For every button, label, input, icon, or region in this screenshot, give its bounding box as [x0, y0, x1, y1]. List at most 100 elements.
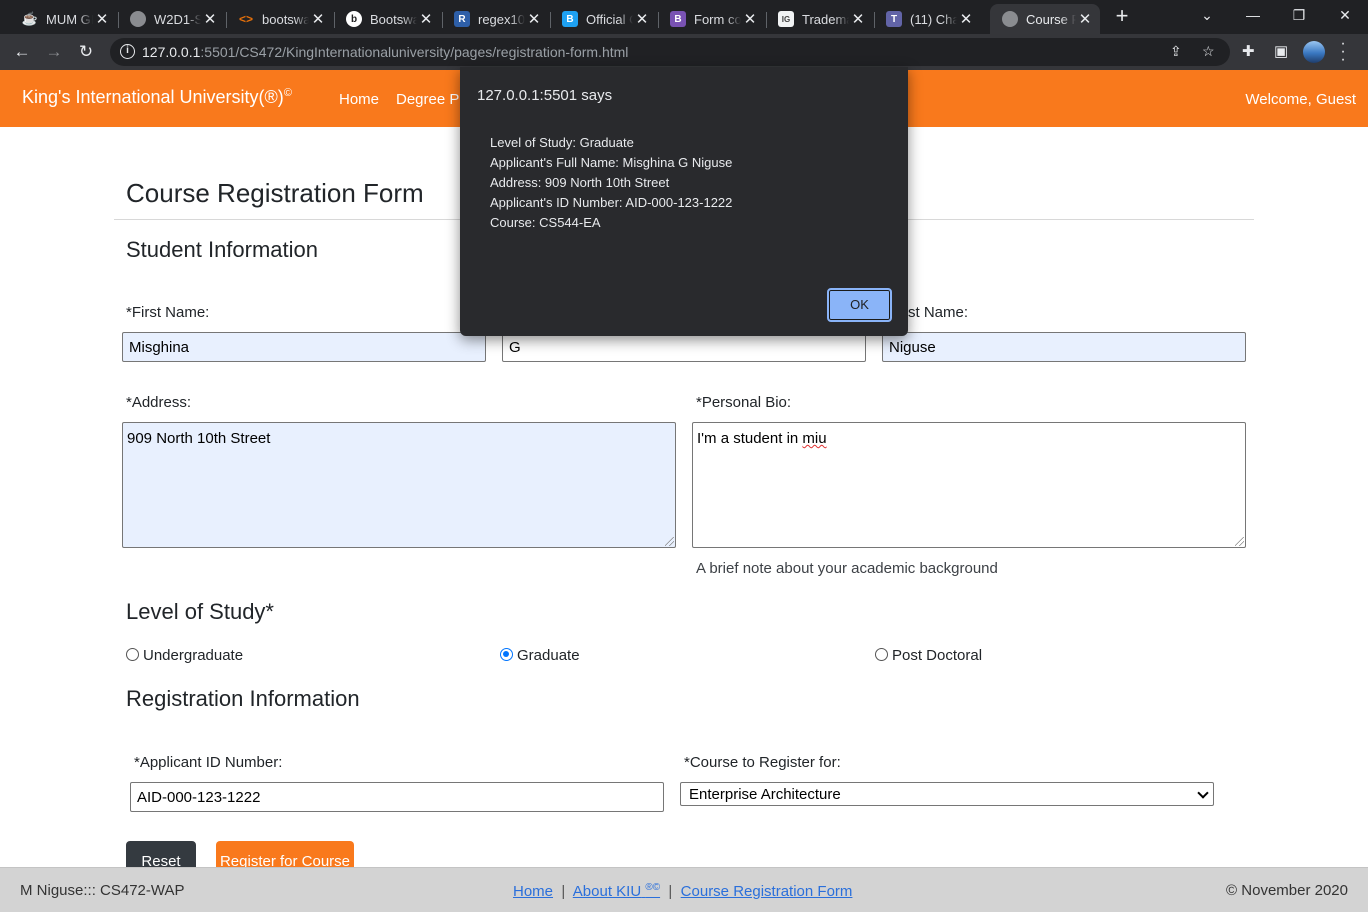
tab-label: bootswa	[262, 11, 309, 27]
close-icon[interactable]: ✕	[201, 10, 219, 28]
applicant-id-input[interactable]: AID-000-123-1222	[130, 782, 664, 812]
bootstrap-purple-icon: B	[670, 11, 686, 27]
site-brand[interactable]: King's International University(®)©	[22, 87, 292, 108]
course-label: *Course to Register for:	[684, 754, 841, 771]
registration-info-heading: Registration Information	[126, 686, 360, 711]
footer-separator: |	[668, 883, 673, 900]
bio-text: I'm a student in	[697, 430, 803, 447]
misspelled-word: miu	[802, 430, 827, 447]
bio-label: *Personal Bio:	[696, 394, 792, 411]
browser-tab[interactable]: ☕ MUM GI ✕	[4, 4, 117, 34]
bio-help-text: A brief note about your academic backgro…	[696, 560, 998, 577]
footer-link-about[interactable]: About KIU ®©	[573, 882, 660, 900]
share-icon[interactable]: ⇪	[1170, 43, 1182, 60]
dialog-title: 127.0.0.1:5501 says	[477, 87, 613, 104]
dialog-line-course: Course: CS544-EA	[490, 215, 601, 230]
browser-tab-active[interactable]: Course F ✕	[990, 4, 1100, 34]
alert-dialog: 127.0.0.1:5501 says Level of Study: Grad…	[460, 67, 908, 336]
graduate-radio[interactable]	[500, 648, 513, 661]
info-icon[interactable]: i	[120, 44, 135, 59]
browser-tab[interactable]: W2D1-S ✕	[112, 4, 225, 34]
trademark-icon: IG	[778, 11, 794, 27]
student-info-heading: Student Information	[126, 237, 319, 262]
last-name-label: st Name:	[908, 304, 969, 321]
browser-tab[interactable]: B Form co ✕	[652, 4, 765, 34]
site-footer: M Niguse::: CS472-WAP Home | About KIU ®…	[0, 867, 1368, 912]
post-doctoral-radio[interactable]	[875, 648, 888, 661]
close-icon[interactable]: ✕	[525, 10, 543, 28]
tab-label: Form co	[694, 11, 741, 27]
bootstrap-blue-icon: B	[562, 11, 578, 27]
address-bar[interactable]: i 127.0.0.1:5501/CS472/KingInternational…	[110, 38, 1230, 66]
dialog-line-name: Applicant's Full Name: Misghina G Niguse	[490, 155, 733, 170]
footer-link-registration[interactable]: Course Registration Form	[681, 883, 853, 900]
bio-textarea[interactable]: I'm a student in miu	[692, 422, 1246, 548]
resize-grip-icon[interactable]	[1235, 537, 1244, 546]
footer-author: M Niguse::: CS472-WAP	[20, 882, 185, 899]
browser-tab[interactable]: T (11) Cha ✕	[868, 4, 981, 34]
new-tab-button[interactable]: +	[1110, 5, 1134, 29]
tab-label: Course F	[1026, 11, 1076, 27]
close-icon[interactable]: ✕	[1076, 10, 1094, 28]
nav-link-home[interactable]: Home	[339, 91, 379, 108]
tab-label: Bootswa	[370, 11, 417, 27]
page-title: Course Registration Form	[126, 178, 424, 208]
tab-label: W2D1-S	[154, 11, 201, 27]
browser-tab[interactable]: R regex10 ✕	[436, 4, 549, 34]
browser-tab[interactable]: <> bootswa ✕	[220, 4, 333, 34]
resize-grip-icon[interactable]	[665, 537, 674, 546]
globe-icon	[1002, 11, 1018, 27]
close-icon[interactable]: ✕	[741, 10, 759, 28]
nav-link-degree-programs[interactable]: Degree Pr	[396, 91, 464, 108]
extensions-puzzle-icon[interactable]: ✚	[1242, 42, 1255, 60]
browser-tab[interactable]: B Official C ✕	[544, 4, 657, 34]
reload-icon[interactable]: ↻	[74, 40, 98, 64]
browser-tab[interactable]: IG Tradema ✕	[760, 4, 873, 34]
footer-separator: |	[561, 883, 566, 900]
close-window-button[interactable]: ✕	[1322, 0, 1368, 32]
more-menu-icon[interactable]: · · ·	[1338, 36, 1348, 68]
side-panel-icon[interactable]: ▣	[1274, 42, 1288, 60]
teams-icon: T	[886, 11, 902, 27]
dialog-line-address: Address: 909 North 10th Street	[490, 175, 670, 190]
restore-button[interactable]: ❐	[1276, 0, 1322, 32]
first-name-input[interactable]: Misghina	[122, 332, 486, 362]
browser-tab[interactable]: b Bootswa ✕	[328, 4, 441, 34]
close-icon[interactable]: ✕	[633, 10, 651, 28]
tab-label: regex10	[478, 11, 525, 27]
footer-link-home[interactable]: Home	[513, 883, 553, 900]
post-doctoral-label[interactable]: Post Doctoral	[892, 647, 982, 664]
bootswatch-icon: b	[346, 11, 362, 27]
url-text[interactable]: 127.0.0.1:5501/CS472/KingInternationalun…	[142, 44, 628, 60]
ok-button[interactable]: OK	[827, 288, 892, 322]
undergraduate-label[interactable]: Undergraduate	[143, 647, 243, 664]
close-icon[interactable]: ✕	[849, 10, 867, 28]
code-icon: <>	[238, 12, 253, 26]
tab-search-icon[interactable]: ⌄	[1184, 0, 1230, 32]
tab-label: Tradema	[802, 11, 849, 27]
profile-avatar[interactable]	[1303, 41, 1325, 63]
globe-icon	[130, 11, 146, 27]
close-icon[interactable]: ✕	[309, 10, 327, 28]
browser-tab-strip: ☕ MUM GI ✕ W2D1-S ✕ <> bootswa ✕ b Boots…	[0, 0, 1368, 34]
dialog-line-id: Applicant's ID Number: AID-000-123-1222	[490, 195, 733, 210]
java-icon: ☕	[21, 11, 39, 26]
course-selected-value: Enterprise Architecture	[689, 786, 841, 803]
course-select[interactable]: Enterprise Architecture	[680, 782, 1214, 806]
graduate-label[interactable]: Graduate	[517, 647, 580, 664]
bookmark-star-icon[interactable]: ☆	[1202, 43, 1215, 60]
tab-label: (11) Cha	[910, 11, 957, 27]
applicant-id-label: *Applicant ID Number:	[134, 754, 283, 771]
level-of-study-heading: Level of Study*	[126, 599, 274, 624]
chevron-down-icon	[1197, 787, 1209, 799]
forward-arrow-icon[interactable]: →	[42, 40, 66, 64]
back-arrow-icon[interactable]: ←	[10, 40, 34, 64]
minimize-button[interactable]: —	[1230, 0, 1276, 32]
close-icon[interactable]: ✕	[417, 10, 435, 28]
last-name-input[interactable]: Niguse	[882, 332, 1246, 362]
middle-name-input[interactable]: G	[502, 332, 866, 362]
undergraduate-radio[interactable]	[126, 648, 139, 661]
address-textarea[interactable]: 909 North 10th Street	[122, 422, 676, 548]
close-icon[interactable]: ✕	[957, 10, 975, 28]
close-icon[interactable]: ✕	[93, 10, 111, 28]
